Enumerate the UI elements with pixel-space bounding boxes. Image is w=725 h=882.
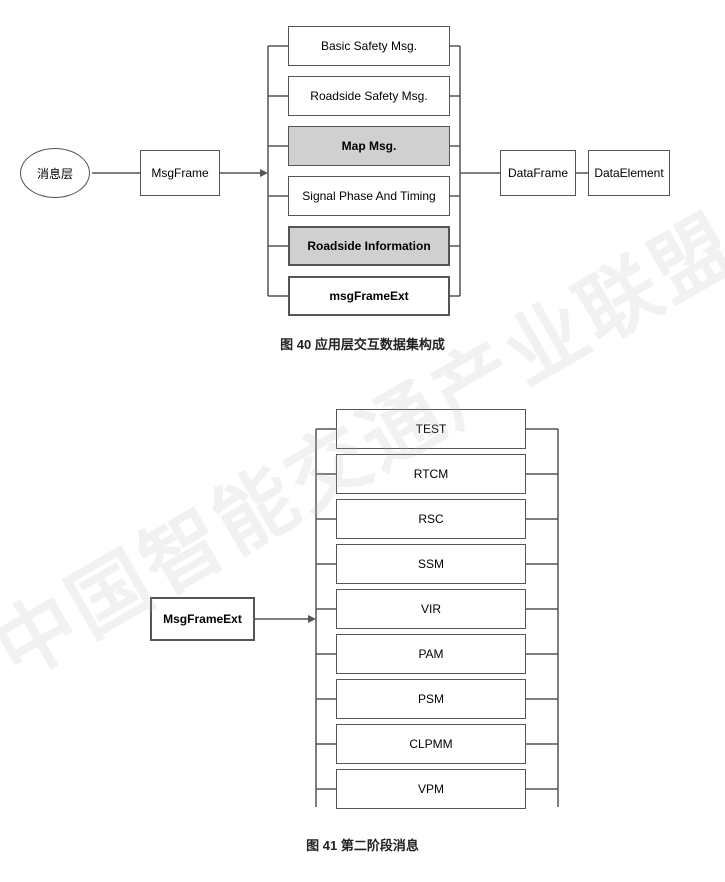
item-rtcm: RTCM (336, 454, 526, 494)
item-clpmm: CLPMM (336, 724, 526, 764)
signal-phase-node: Signal Phase And Timing (288, 176, 450, 216)
dataframe-node: DataFrame (500, 150, 576, 196)
item-rsc: RSC (336, 499, 526, 539)
fig40-caption: 图 40 应用层交互数据集构成 (10, 334, 715, 353)
fig41-caption: 图 41 第二阶段消息 (10, 835, 715, 854)
item-ssm: SSM (336, 544, 526, 584)
item-vir: VIR (336, 589, 526, 629)
figure-41-section: MsgFrameExt TEST RTCM RSC SSM VIR PAM PS… (0, 381, 725, 882)
msgframeext-node-top: msgFrameExt (288, 276, 450, 316)
figure-40-section: 消息层 MsgFrame Basic Safety Msg. Roadside … (0, 0, 725, 381)
item-test: TEST (336, 409, 526, 449)
fig40-diagram: 消息层 MsgFrame Basic Safety Msg. Roadside … (10, 18, 715, 328)
msgframeext-label-node: MsgFrameExt (150, 597, 255, 641)
message-layer-node: 消息层 (20, 148, 90, 198)
basic-safety-node: Basic Safety Msg. (288, 26, 450, 66)
msgframe-node: MsgFrame (140, 150, 220, 196)
item-pam: PAM (336, 634, 526, 674)
roadside-info-node: Roadside Information (288, 226, 450, 266)
map-msg-node: Map Msg. (288, 126, 450, 166)
item-psm: PSM (336, 679, 526, 719)
dataelement-node: DataElement (588, 150, 670, 196)
item-vpm: VPM (336, 769, 526, 809)
fig41-diagram: MsgFrameExt TEST RTCM RSC SSM VIR PAM PS… (10, 399, 715, 829)
roadside-safety-node: Roadside Safety Msg. (288, 76, 450, 116)
